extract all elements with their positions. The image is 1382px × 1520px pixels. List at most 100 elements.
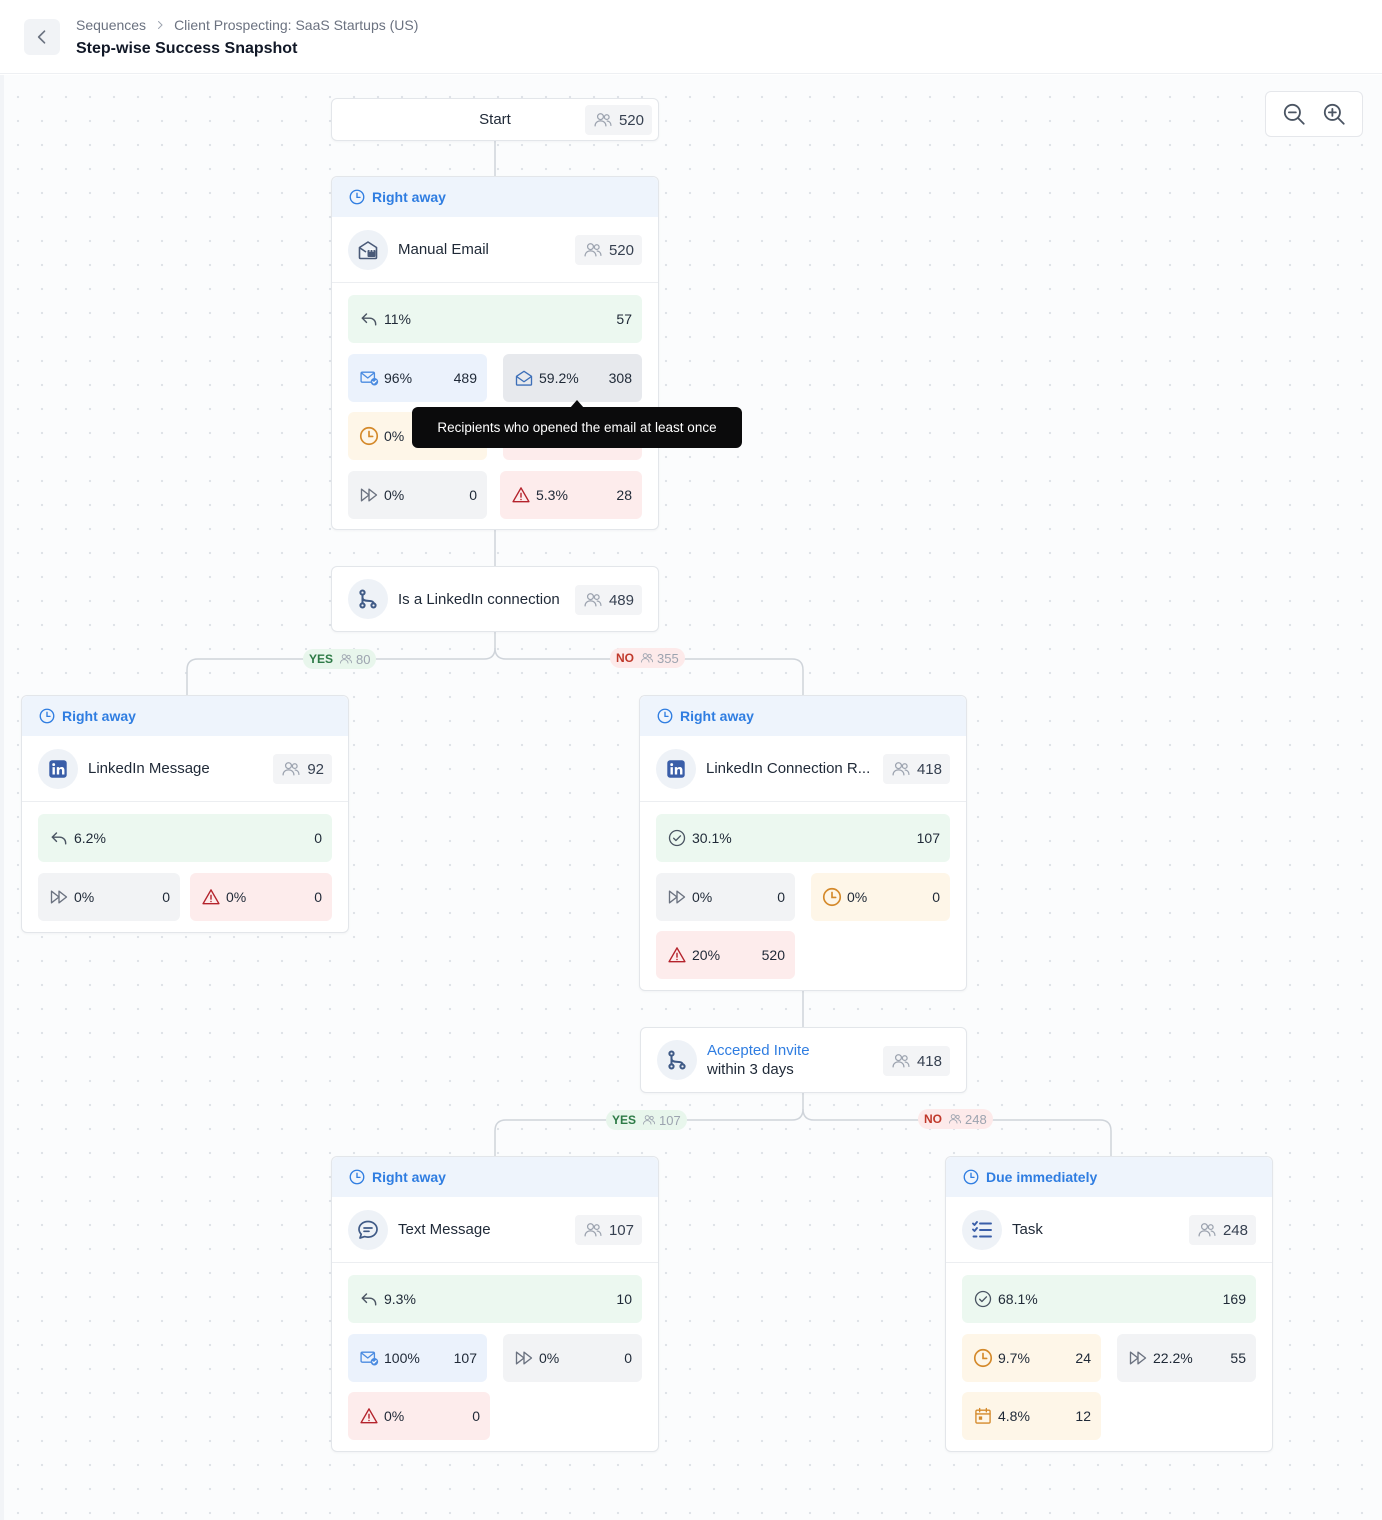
clock-icon [656, 707, 674, 725]
step-title-row: Task 248 [946, 1197, 1272, 1263]
skip-forward-icon [1127, 1347, 1149, 1369]
condition-count-badge: 418 [882, 1046, 950, 1076]
users-icon [593, 110, 613, 130]
stat-value: 0 [314, 889, 322, 905]
page-header: Sequences Client Prospecting: SaaS Start… [0, 0, 1382, 74]
stat-pct: 0% [692, 889, 713, 905]
stat-pending[interactable]: 9.7% 24 [962, 1334, 1101, 1382]
condition-linkedin-connection[interactable]: Is a LinkedIn connection 489 [331, 566, 659, 632]
start-label: Start [479, 111, 511, 128]
stat-pct: 5.3% [536, 487, 568, 503]
stat-pct: 4.8% [998, 1408, 1030, 1424]
condition-accepted-invite[interactable]: Accepted Invite within 3 days 418 [640, 1027, 967, 1093]
step-manual-email[interactable]: Right away Manual Email 520 11% 57 96% 4… [331, 176, 659, 530]
branch-no-2: NO 248 [918, 1109, 993, 1129]
users-icon [891, 759, 911, 779]
stat-skipped[interactable]: 0% 0 [503, 1334, 642, 1382]
branch-count: 80 [356, 651, 371, 667]
stat-pct: 0% [384, 487, 405, 503]
stat-error[interactable]: 5.3% 28 [500, 471, 642, 519]
stat-value: 107 [916, 830, 940, 846]
start-node[interactable]: Start 520 [331, 98, 659, 141]
step-count-badge: 520 [574, 235, 642, 265]
calendar-icon [972, 1405, 994, 1427]
condition-label-line2: within 3 days [707, 1061, 794, 1078]
zoom-out-icon[interactable] [1281, 101, 1307, 127]
step-timing: Right away [22, 696, 348, 736]
breadcrumb-sequences[interactable]: Sequences [76, 17, 146, 33]
stat-value: 169 [1222, 1291, 1246, 1307]
stat-completed[interactable]: 68.1% 169 [962, 1275, 1256, 1323]
step-count: 248 [1222, 1221, 1248, 1239]
skip-forward-icon [513, 1347, 535, 1369]
stat-value: 57 [616, 311, 632, 327]
step-linkedin-connection[interactable]: Right away LinkedIn Connection R... 418 … [639, 695, 967, 991]
reply-icon [358, 308, 380, 330]
users-icon [583, 1220, 603, 1240]
stat-skipped[interactable]: 22.2% 55 [1117, 1334, 1256, 1382]
task-list-icon [962, 1209, 1002, 1250]
condition-count: 418 [916, 1052, 942, 1070]
step-timing: Due immediately [946, 1157, 1272, 1197]
clock-icon [972, 1347, 994, 1369]
step-count-badge: 248 [1188, 1215, 1256, 1245]
stat-delivered[interactable]: 96% 489 [348, 354, 487, 402]
stat-replied[interactable]: 11% 57 [348, 295, 642, 343]
stat-skipped[interactable]: 0% 0 [38, 873, 180, 921]
skip-forward-icon [358, 484, 380, 506]
stat-replied[interactable]: 6.2% 0 [38, 814, 332, 862]
stat-pending[interactable]: 0% 0 [811, 873, 950, 921]
stat-delivered[interactable]: 100% 107 [348, 1334, 487, 1382]
step-linkedin-message[interactable]: Right away LinkedIn Message 92 6.2% 0 0%… [21, 695, 349, 933]
step-title-row: Text Message 107 [332, 1197, 658, 1263]
step-task[interactable]: Due immediately Task 248 68.1% 169 9.7% … [945, 1156, 1273, 1452]
step-timing: Right away [332, 1157, 658, 1197]
stat-value: 55 [1230, 1350, 1246, 1366]
stat-value: 28 [616, 487, 632, 503]
stat-pct: 6.2% [74, 830, 106, 846]
users-icon [1197, 1220, 1217, 1240]
timing-label: Right away [372, 1169, 446, 1185]
reply-icon [358, 1288, 380, 1310]
breadcrumb: Sequences Client Prospecting: SaaS Start… [76, 17, 418, 33]
stat-value: 520 [761, 947, 785, 963]
zoom-in-icon[interactable] [1321, 101, 1347, 127]
chevron-left-icon [37, 30, 46, 44]
opened-tooltip: Recipients who opened the email at least… [412, 400, 742, 448]
step-timing: Right away [332, 177, 658, 217]
stat-value: 0 [314, 830, 322, 846]
stat-error[interactable]: 0% 0 [348, 1392, 490, 1440]
stat-accepted[interactable]: 30.1% 107 [656, 814, 950, 862]
stat-error[interactable]: 20% 520 [656, 931, 795, 979]
stat-skipped[interactable]: 0% 0 [656, 873, 795, 921]
stat-due[interactable]: 4.8% 12 [962, 1392, 1101, 1440]
users-icon [891, 1051, 911, 1071]
step-title-row: LinkedIn Message 92 [22, 736, 348, 802]
stat-error[interactable]: 0% 0 [190, 873, 332, 921]
stat-pct: 9.3% [384, 1291, 416, 1307]
step-count-badge: 418 [882, 754, 950, 784]
breadcrumb-sequence-name[interactable]: Client Prospecting: SaaS Startups (US) [174, 17, 418, 33]
stat-pct: 96% [384, 370, 413, 386]
timing-label: Right away [680, 708, 754, 724]
linkedin-icon [656, 748, 696, 789]
back-button[interactable] [24, 19, 60, 55]
users-icon [339, 652, 353, 666]
step-name: Manual Email [398, 241, 489, 258]
clock-icon [38, 707, 56, 725]
clock-icon [348, 1168, 366, 1186]
step-text-message[interactable]: Right away Text Message 107 9.3% 10 100%… [331, 1156, 659, 1452]
alert-triangle-icon [200, 886, 222, 908]
timing-label: Right away [372, 189, 446, 205]
stat-pct: 0% [384, 428, 405, 444]
stat-opened[interactable]: 59.2% 308 [503, 354, 642, 402]
skip-forward-icon [48, 886, 70, 908]
stat-skipped[interactable]: 0% 0 [348, 471, 487, 519]
stat-pct: 30.1% [692, 830, 732, 846]
branch-label: YES [612, 1113, 637, 1127]
step-count-badge: 92 [273, 754, 332, 784]
branch-count: 107 [659, 1112, 681, 1128]
step-name: LinkedIn Message [88, 760, 210, 777]
stat-replied[interactable]: 9.3% 10 [348, 1275, 642, 1323]
reply-icon [48, 827, 70, 849]
